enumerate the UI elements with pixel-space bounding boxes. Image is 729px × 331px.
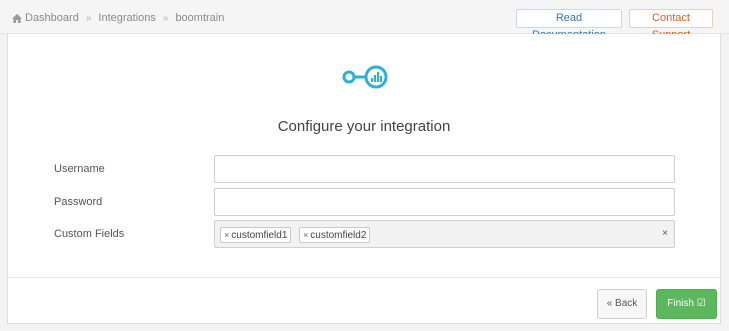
- clear-all-icon[interactable]: ×: [662, 228, 668, 239]
- breadcrumb-dashboard[interactable]: Dashboard: [25, 12, 79, 24]
- tag-label: customfield1: [231, 230, 288, 241]
- tag-label: customfield2: [310, 230, 367, 241]
- password-input[interactable]: [215, 189, 674, 215]
- top-bar: Dashboard » Integrations » boomtrain Rea…: [0, 0, 729, 41]
- password-field[interactable]: [214, 188, 675, 216]
- breadcrumb-integrations[interactable]: Integrations: [98, 12, 155, 24]
- tag-remove-icon[interactable]: ×: [303, 230, 308, 240]
- tag-remove-icon[interactable]: ×: [224, 230, 229, 240]
- back-button[interactable]: « Back: [597, 289, 647, 319]
- footer-divider: [8, 277, 720, 278]
- custom-fields-label: Custom Fields: [54, 228, 125, 240]
- contact-support-button[interactable]: Contact Support: [629, 9, 713, 41]
- breadcrumb-current: boomtrain: [175, 12, 225, 24]
- tag-chip: × customfield1: [220, 227, 292, 243]
- integration-card: Configure your integration Username Pass…: [7, 34, 721, 324]
- read-documentation-button[interactable]: Read Documentation: [516, 9, 622, 41]
- username-field[interactable]: [214, 155, 675, 183]
- breadcrumb-separator: »: [162, 12, 169, 24]
- tag-chip: × customfield2: [299, 227, 371, 243]
- breadcrumb-separator: »: [85, 12, 92, 24]
- boomtrain-logo-icon: [342, 65, 388, 89]
- password-label: Password: [54, 196, 103, 208]
- finish-button[interactable]: Finish ☑: [656, 289, 717, 319]
- username-label: Username: [54, 163, 105, 175]
- breadcrumb: Dashboard » Integrations » boomtrain: [12, 12, 224, 24]
- page-title: Configure your integration: [277, 118, 451, 135]
- username-input[interactable]: [215, 156, 674, 182]
- home-icon: [12, 13, 22, 23]
- custom-fields-input[interactable]: × customfield1 × customfield2 ×: [214, 220, 675, 248]
